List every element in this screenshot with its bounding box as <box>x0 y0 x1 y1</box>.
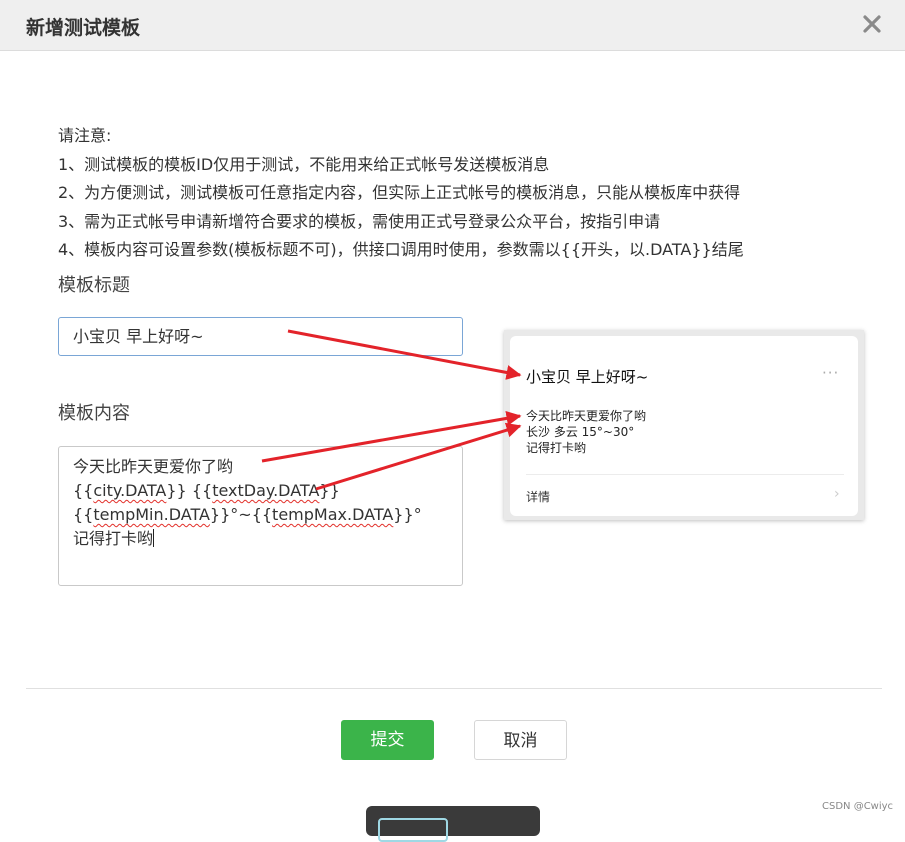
watermark: CSDN @Cwiyc <box>822 801 894 812</box>
content-line: {{tempMin.DATA}}°~{{tempMax.DATA}}° <box>73 505 422 524</box>
dialog-titlebar: 新增测试模板 <box>0 0 905 51</box>
notice-item: 1、测试模板的模板ID仅用于测试，不能用来给正式帐号发送模板消息 <box>58 154 550 174</box>
text-caret <box>153 529 155 547</box>
notice-heading: 请注意: <box>58 126 112 145</box>
notice-item: 4、模板内容可设置参数(模板标题不可)，供接口调用时使用，参数需以{{开头，以.… <box>58 240 744 259</box>
taskbar-item[interactable] <box>378 818 448 842</box>
template-content-label: 模板内容 <box>58 403 130 424</box>
preview-title: 小宝贝 早上好呀~ <box>526 368 649 386</box>
preview-line: 记得打卡哟 <box>526 441 587 455</box>
preview-detail-link: 详情 <box>526 490 551 504</box>
notice-block: 请注意: 1、测试模板的模板ID仅用于测试，不能用来给正式帐号发送模板消息 2、… <box>58 122 744 265</box>
close-icon[interactable] <box>860 12 884 36</box>
template-content-textarea[interactable]: 今天比昨天更爱你了哟 {{city.DATA}} {{textDay.DATA}… <box>58 446 463 586</box>
template-title-input[interactable]: 小宝贝 早上好呀~ <box>58 317 463 356</box>
content-line: 今天比昨天更爱你了哟 <box>73 457 234 476</box>
notice-item: 2、为方便测试，测试模板可任意指定内容，但实际上正式帐号的模板消息，只能从模板库… <box>58 183 741 202</box>
content-line: {{city.DATA}} {{textDay.DATA}} <box>73 481 340 500</box>
notice-item: 3、需为正式帐号申请新增符合要求的模板，需使用正式号登录公众平台，按指引申请 <box>58 211 661 231</box>
chevron-right-icon: › <box>834 486 840 502</box>
preview-divider <box>526 474 844 475</box>
message-preview: 小宝贝 早上好呀~ ··· 今天比昨天更爱你了哟 长沙 多云 15°~30° 记… <box>504 330 864 520</box>
preview-card: 小宝贝 早上好呀~ ··· 今天比昨天更爱你了哟 长沙 多云 15°~30° 记… <box>510 336 858 516</box>
taskbar-fragment <box>366 806 540 842</box>
preview-line: 长沙 多云 15°~30° <box>526 425 635 439</box>
submit-button[interactable]: 提交 <box>341 720 434 760</box>
content-line: 记得打卡哟 <box>73 529 155 548</box>
template-title-label: 模板标题 <box>58 275 130 296</box>
preview-line: 今天比昨天更爱你了哟 <box>526 409 647 423</box>
footer-divider <box>26 688 882 689</box>
dialog-title: 新增测试模板 <box>26 17 141 39</box>
preview-body: 今天比昨天更爱你了哟 长沙 多云 15°~30° 记得打卡哟 <box>526 408 646 456</box>
cancel-button[interactable]: 取消 <box>474 720 567 760</box>
more-icon: ··· <box>822 364 840 382</box>
